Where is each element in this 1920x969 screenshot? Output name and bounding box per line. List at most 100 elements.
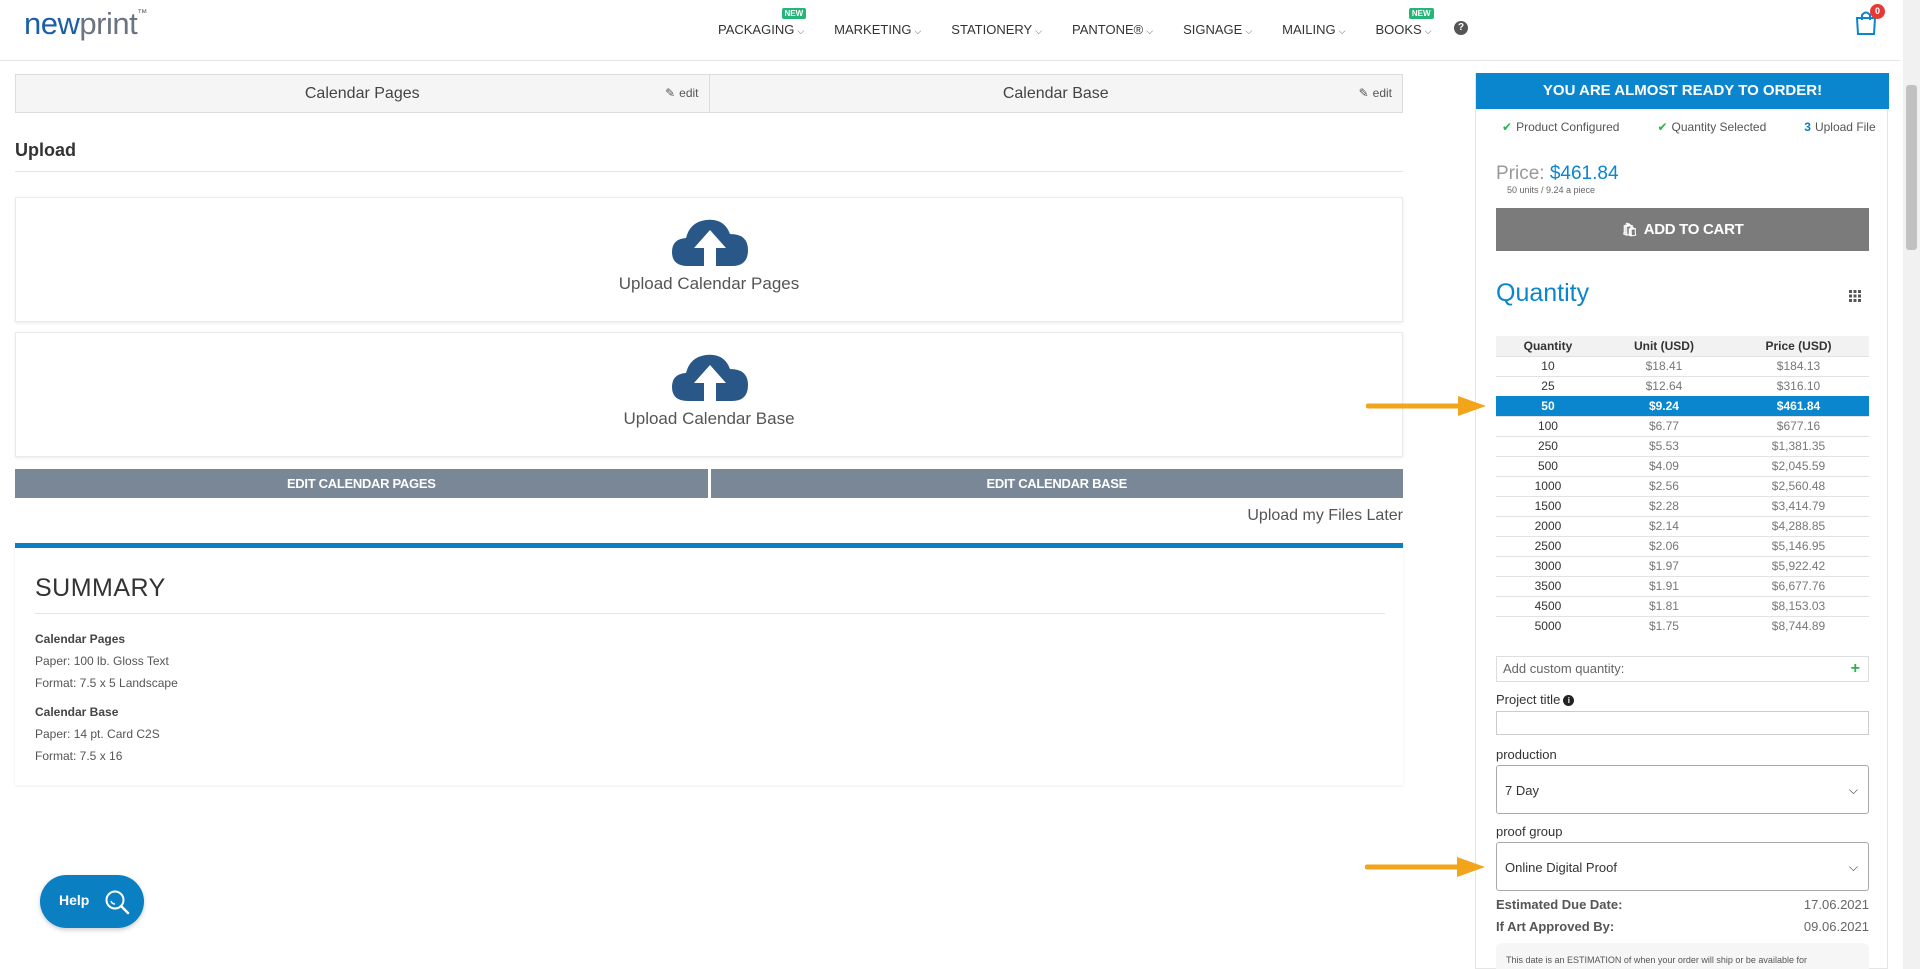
unit-price-cell: $18.41 bbox=[1599, 355, 1728, 376]
quantity-cell: 4500 bbox=[1496, 595, 1600, 616]
check-icon: ✔ bbox=[1657, 120, 1668, 134]
summary-title: SUMMARY bbox=[35, 574, 166, 602]
price-display: Price: $461.84 bbox=[1496, 163, 1619, 184]
upload-calendar-base-dropzone[interactable]: Upload Calendar Base bbox=[15, 332, 1403, 457]
upload-section-title: Upload bbox=[15, 140, 76, 160]
quantity-cell: 5000 bbox=[1496, 615, 1600, 636]
table-row[interactable]: 10 $18.41 $184.13 bbox=[1496, 355, 1869, 376]
table-row[interactable]: 1500 $2.28 $3,414.79 bbox=[1496, 495, 1869, 516]
shopping-bag-icon: 🛍 bbox=[1621, 222, 1639, 237]
table-row[interactable]: 100 $6.77 $677.16 bbox=[1496, 415, 1869, 436]
tab-calendar-pages[interactable]: Calendar Pages ✎ edit bbox=[16, 75, 710, 112]
chevron-down-icon: ⌵ bbox=[1035, 26, 1043, 36]
project-title-input[interactable] bbox=[1496, 711, 1869, 735]
unit-price-cell: $1.91 bbox=[1599, 575, 1728, 596]
newprint-logo[interactable]: newprint™ bbox=[24, 6, 147, 42]
custom-quantity-input[interactable]: Add custom quantity: + bbox=[1496, 656, 1869, 682]
table-row[interactable]: 25 $12.64 $316.10 bbox=[1496, 375, 1869, 396]
total-price-cell: $8,153.03 bbox=[1728, 595, 1869, 616]
table-row[interactable]: 3500 $1.91 $6,677.76 bbox=[1496, 575, 1869, 596]
unit-price-cell: $6.77 bbox=[1599, 415, 1728, 436]
add-to-cart-button[interactable]: 🛍 ADD TO CART bbox=[1496, 208, 1869, 251]
total-price-cell: $184.13 bbox=[1728, 355, 1869, 376]
quantity-cell: 25 bbox=[1496, 375, 1600, 396]
scrollbar-thumb[interactable] bbox=[1906, 85, 1917, 250]
nav-pantone[interactable]: PANTONE® ⌵ bbox=[1072, 22, 1153, 37]
unit-price-cell: $9.24 bbox=[1599, 395, 1728, 416]
check-icon: ✔ bbox=[1502, 120, 1513, 134]
production-select[interactable]: 7 Day ⌵ bbox=[1496, 765, 1869, 814]
project-title-label: Project title i bbox=[1496, 692, 1575, 707]
table-row[interactable]: 3000 $1.97 $5,922.42 bbox=[1496, 555, 1869, 576]
edit-calendar-pages-button[interactable]: EDIT CALENDAR PAGES bbox=[15, 469, 708, 498]
quantity-cell: 1500 bbox=[1496, 495, 1600, 516]
quantity-cell: 10 bbox=[1496, 355, 1600, 376]
annotation-arrow bbox=[1365, 857, 1485, 877]
table-row[interactable]: 250 $5.53 $1,381.35 bbox=[1496, 435, 1869, 456]
table-row[interactable]: 2500 $2.06 $5,146.95 bbox=[1496, 535, 1869, 556]
chevron-down-icon: ⌵ bbox=[1245, 26, 1253, 36]
table-row[interactable]: 1000 $2.56 $2,560.48 bbox=[1496, 475, 1869, 496]
proof-group-label: proof group bbox=[1496, 824, 1563, 839]
proof-group-select[interactable]: Online Digital Proof ⌵ bbox=[1496, 842, 1869, 891]
unit-price-cell: $5.53 bbox=[1599, 435, 1728, 456]
quantity-cell: 50 bbox=[1496, 395, 1600, 416]
unit-price-cell: $2.06 bbox=[1599, 535, 1728, 556]
total-price-cell: $1,381.35 bbox=[1728, 435, 1869, 456]
help-chat-button[interactable]: Help bbox=[40, 875, 144, 928]
estimation-note: This date is an ESTIMATION of when your … bbox=[1496, 943, 1869, 969]
edit-calendar-base-button[interactable]: EDIT CALENDAR BASE bbox=[710, 469, 1403, 498]
chevron-down-icon: ⌵ bbox=[797, 26, 805, 36]
table-row[interactable]: 500 $4.09 $2,045.59 bbox=[1496, 455, 1869, 476]
cart-count-badge: 0 bbox=[1870, 4, 1885, 19]
table-row[interactable]: 2000 $2.14 $4,288.85 bbox=[1496, 515, 1869, 536]
pencil-icon: ✎ bbox=[1358, 86, 1369, 100]
quantity-cell: 500 bbox=[1496, 455, 1600, 476]
quantity-cell: 250 bbox=[1496, 435, 1600, 456]
pencil-icon: ✎ bbox=[665, 86, 676, 100]
chevron-down-icon: ⌵ bbox=[1424, 26, 1432, 36]
step-quantity-selected: ✔ Quantity Selected bbox=[1657, 120, 1767, 134]
unit-price-cell: $2.28 bbox=[1599, 495, 1728, 516]
nav-stationery[interactable]: STATIONERY ⌵ bbox=[951, 22, 1042, 37]
upload-calendar-pages-dropzone[interactable]: Upload Calendar Pages bbox=[15, 197, 1403, 322]
table-row[interactable]: 4500 $1.81 $8,153.03 bbox=[1496, 595, 1869, 616]
upload-later-link[interactable]: Upload my Files Later bbox=[1247, 507, 1403, 525]
unit-price-cell: $1.81 bbox=[1599, 595, 1728, 616]
quantity-title: Quantity bbox=[1496, 279, 1590, 307]
divider bbox=[35, 613, 1385, 614]
production-label: production bbox=[1496, 747, 1557, 762]
search-icon bbox=[105, 890, 130, 915]
summary-panel: SUMMARY Calendar Pages Paper: 100 lb. Gl… bbox=[15, 543, 1403, 785]
unit-price-cell: $2.56 bbox=[1599, 475, 1728, 496]
tab-calendar-base[interactable]: Calendar Base ✎ edit bbox=[710, 75, 1403, 112]
nav-books[interactable]: BOOKS ⌵ NEW bbox=[1375, 8, 1434, 37]
table-row[interactable]: 50 $9.24 $461.84 bbox=[1496, 395, 1869, 416]
total-price-cell: $4,288.85 bbox=[1728, 515, 1869, 536]
info-icon[interactable]: i bbox=[1563, 695, 1575, 706]
total-price-cell: $677.16 bbox=[1728, 415, 1869, 436]
total-price-cell: $8,744.89 bbox=[1728, 615, 1869, 636]
column-header: Price (USD) bbox=[1728, 336, 1869, 356]
total-price-cell: $5,146.95 bbox=[1728, 535, 1869, 556]
total-price-cell: $2,045.59 bbox=[1728, 455, 1869, 476]
column-header: Quantity bbox=[1496, 336, 1600, 356]
grid-view-icon[interactable] bbox=[1849, 290, 1861, 302]
chevron-down-icon: ⌵ bbox=[914, 26, 922, 36]
nav-packaging[interactable]: PACKAGING ⌵ NEW bbox=[718, 8, 807, 37]
help-question-icon[interactable]: ? bbox=[1454, 21, 1468, 35]
nav-signage[interactable]: SIGNAGE ⌵ bbox=[1183, 22, 1252, 37]
table-header-row: Quantity Unit (USD) Price (USD) bbox=[1496, 336, 1869, 356]
nav-mailing[interactable]: MAILING ⌵ bbox=[1282, 22, 1345, 37]
step-product-configured: ✔ Product Configured bbox=[1502, 120, 1620, 134]
edit-base-link[interactable]: ✎ edit bbox=[1359, 75, 1392, 112]
total-price-cell: $461.84 bbox=[1728, 395, 1869, 416]
order-sidebar: YOU ARE ALMOST READY TO ORDER! ✔ Product … bbox=[1475, 73, 1889, 969]
table-row[interactable]: 5000 $1.75 $8,744.89 bbox=[1496, 615, 1869, 636]
chevron-down-icon: ⌵ bbox=[1338, 26, 1346, 36]
main-nav: PACKAGING ⌵ NEW MARKETING ⌵ STATIONERY ⌵ PA… bbox=[718, 8, 1462, 37]
total-price-cell: $3,414.79 bbox=[1728, 495, 1869, 516]
nav-marketing[interactable]: MARKETING ⌵ bbox=[834, 22, 921, 37]
edit-pages-link[interactable]: ✎ edit bbox=[665, 75, 698, 112]
add-plus-icon[interactable]: + bbox=[1851, 657, 1860, 681]
